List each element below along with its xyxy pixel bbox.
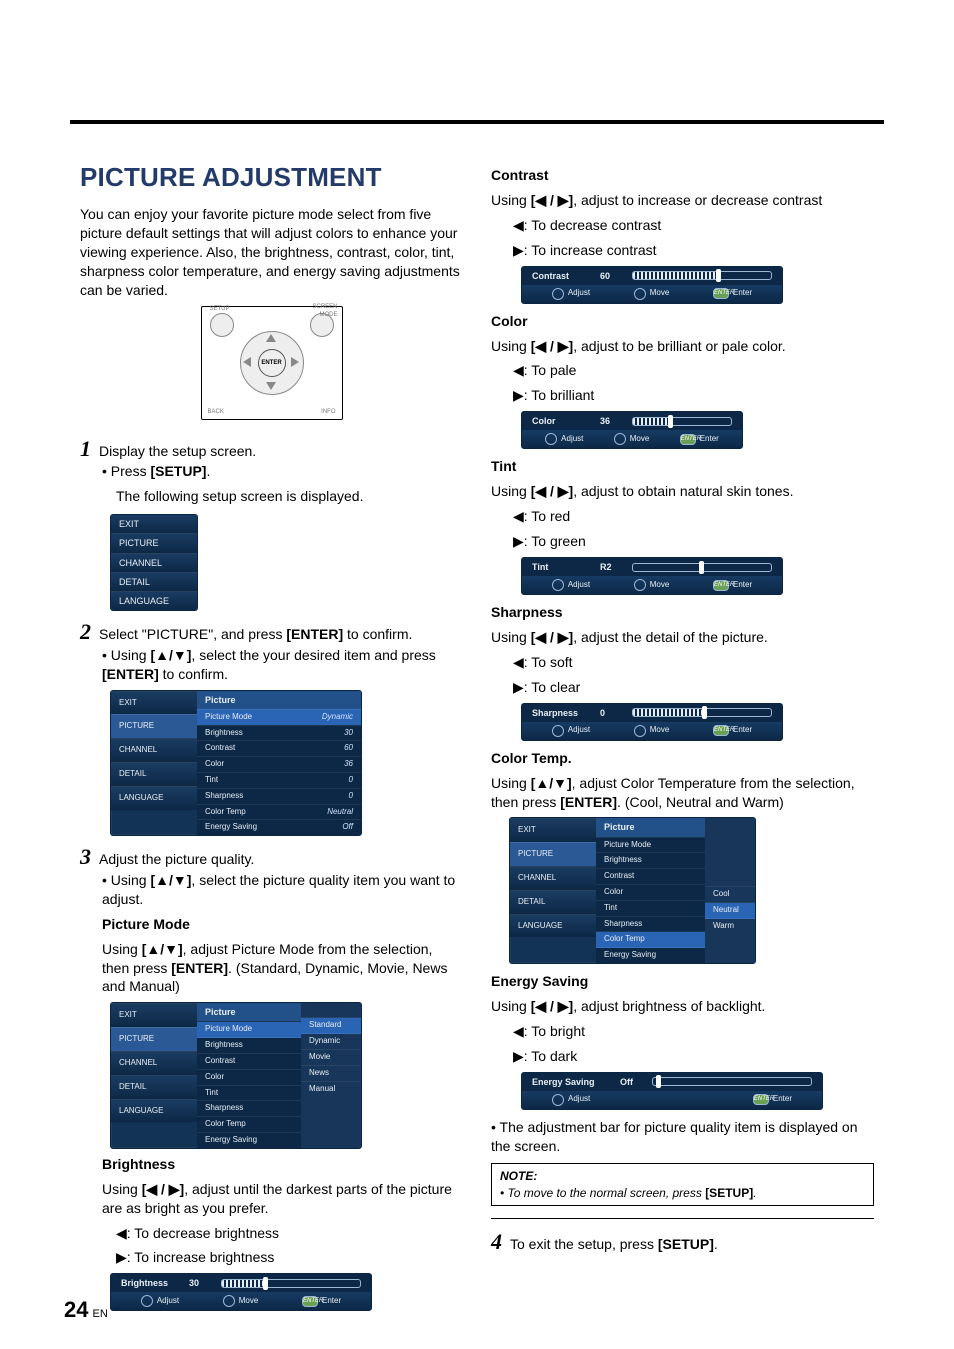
step-3-number: 3 xyxy=(80,846,91,868)
remote-illustration: SETUP SCREEN MODE ENTER BACK INFO xyxy=(201,306,343,420)
step-2: 2 Select "PICTURE", and press [ENTER] to… xyxy=(80,621,463,644)
brightness-inc: ▶: To increase brightness xyxy=(116,1248,463,1267)
tint-text: Using [◀ / ▶], adjust to obtain natural … xyxy=(491,482,874,501)
remote-enter-button: ENTER xyxy=(258,349,286,377)
step-4-text: To exit the setup, press [SETUP]. xyxy=(510,1235,718,1254)
osd-picture-table: EXIT PICTURE CHANNEL DETAIL LANGUAGE Pic… xyxy=(110,690,362,837)
remote-right-icon xyxy=(291,357,299,367)
adjust-icon xyxy=(552,1094,564,1106)
brightness-dec: ◀: To decrease brightness xyxy=(116,1224,463,1243)
page-title: PICTURE ADJUSTMENT xyxy=(80,160,463,195)
contrast-text: Using [◀ / ▶], adjust to increase or dec… xyxy=(491,191,874,210)
energy-text: Using [◀ / ▶], adjust brightness of back… xyxy=(491,997,874,1016)
contrast-heading: Contrast xyxy=(491,166,874,185)
note-box: NOTE: • To move to the normal screen, pr… xyxy=(491,1163,874,1205)
move-icon xyxy=(634,288,646,300)
remote-setup-label: SETUP xyxy=(210,305,230,313)
enter-icon: ENTER xyxy=(680,434,696,445)
contrast-dec: ◀: To decrease contrast xyxy=(513,216,874,235)
tint-green: ▶: To green xyxy=(513,532,874,551)
adjust-icon xyxy=(552,288,564,300)
osd-brightness-bar: Brightness 30 Adjust Move ENTEREnter xyxy=(110,1273,372,1311)
step-3-bullet: • Using [▲/▼], select the picture qualit… xyxy=(102,871,463,909)
menu-channel: CHANNEL xyxy=(111,553,197,572)
osd-sharpness-bar: Sharpness0 Adjust Move ENTEREnter xyxy=(521,703,783,741)
left-column: PICTURE ADJUSTMENT You can enjoy your fa… xyxy=(80,160,463,1319)
step-2-bullet: • Using [▲/▼], select the your desired i… xyxy=(102,646,463,684)
move-icon xyxy=(634,579,646,591)
adjust-icon xyxy=(545,433,557,445)
color-heading: Color xyxy=(491,312,874,331)
remote-back-label: BACK xyxy=(208,408,224,416)
osd-colortemp-table: EXIT PICTURE CHANNEL DETAIL LANGUAGE Pic… xyxy=(509,817,756,964)
note-body: • To move to the normal screen, press [S… xyxy=(500,1185,865,1201)
remote-screen-label: SCREEN MODE xyxy=(308,303,338,319)
step-2-number: 2 xyxy=(80,621,91,643)
osd-energy-bar: Energy SavingOff Adjust ENTEREnter xyxy=(521,1072,823,1110)
picture-mode-heading: Picture Mode xyxy=(102,915,463,934)
energy-heading: Energy Saving xyxy=(491,972,874,991)
enter-icon: ENTER xyxy=(713,725,729,736)
adjust-icon xyxy=(552,725,564,737)
menu-detail: DETAIL xyxy=(111,572,197,591)
step-3-text: Adjust the picture quality. xyxy=(99,850,254,869)
energy-dark: ▶: To dark xyxy=(513,1047,874,1066)
step-1-bullet-1: • Press [SETUP]. xyxy=(102,462,463,481)
move-icon xyxy=(614,433,626,445)
move-icon xyxy=(223,1295,235,1307)
sharpness-text: Using [◀ / ▶], adjust the detail of the … xyxy=(491,628,874,647)
enter-icon: ENTER xyxy=(302,1296,318,1307)
sharpness-clear: ▶: To clear xyxy=(513,678,874,697)
step-1-bullet-2: The following setup screen is displayed. xyxy=(116,487,463,506)
brightness-text: Using [◀ / ▶], adjust until the darkest … xyxy=(102,1180,463,1218)
remote-left-icon xyxy=(243,357,251,367)
energy-note: • The adjustment bar for picture quality… xyxy=(491,1118,874,1156)
enter-icon: ENTER xyxy=(713,580,729,591)
page-number: 24EN xyxy=(64,1295,108,1325)
step-1-text: Display the setup screen. xyxy=(99,442,256,461)
sharpness-heading: Sharpness xyxy=(491,603,874,622)
brightness-heading: Brightness xyxy=(102,1155,463,1174)
move-icon xyxy=(634,725,646,737)
menu-picture: PICTURE xyxy=(111,533,197,552)
header-rule xyxy=(70,120,884,124)
picture-settings-grid: Picture ModeDynamic Brightness30 Contras… xyxy=(197,709,361,835)
section-divider xyxy=(491,1218,874,1219)
tint-red: ◀: To red xyxy=(513,507,874,526)
step-4-number: 4 xyxy=(491,1231,502,1253)
note-heading: NOTE: xyxy=(500,1168,865,1184)
remote-setup-button xyxy=(210,313,234,337)
adjust-icon xyxy=(141,1295,153,1307)
tint-heading: Tint xyxy=(491,457,874,476)
osd-setup-menu: EXIT PICTURE CHANNEL DETAIL LANGUAGE xyxy=(110,514,198,611)
remote-down-icon xyxy=(266,382,276,390)
sharpness-soft: ◀: To soft xyxy=(513,653,874,672)
osd-color-bar: Color36 Adjust Move ENTEREnter xyxy=(521,411,743,449)
remote-info-label: INFO xyxy=(321,408,335,416)
osd-picture-mode-table: EXIT PICTURE CHANNEL DETAIL LANGUAGE Pic… xyxy=(110,1002,362,1149)
enter-icon: ENTER xyxy=(713,288,729,299)
adjust-icon xyxy=(552,579,564,591)
colortemp-heading: Color Temp. xyxy=(491,749,874,768)
step-1: 1 Display the setup screen. xyxy=(80,438,463,461)
energy-bright: ◀: To bright xyxy=(513,1022,874,1041)
step-4: 4 To exit the setup, press [SETUP]. xyxy=(491,1231,874,1254)
color-text: Using [◀ / ▶], adjust to be brilliant or… xyxy=(491,337,874,356)
remote-up-icon xyxy=(266,334,276,342)
picture-mode-text: Using [▲/▼], adjust Picture Mode from th… xyxy=(102,940,463,997)
colortemp-text: Using [▲/▼], adjust Color Temperature fr… xyxy=(491,774,874,812)
menu-exit: EXIT xyxy=(111,515,197,533)
right-column: Contrast Using [◀ / ▶], adjust to increa… xyxy=(491,160,874,1319)
color-pale: ◀: To pale xyxy=(513,361,874,380)
menu-language: LANGUAGE xyxy=(111,591,197,610)
contrast-inc: ▶: To increase contrast xyxy=(513,241,874,260)
color-brilliant: ▶: To brilliant xyxy=(513,386,874,405)
intro-text: You can enjoy your favorite picture mode… xyxy=(80,205,463,299)
step-2-text: Select "PICTURE", and press [ENTER] to c… xyxy=(99,625,412,644)
osd-tint-bar: TintR2 Adjust Move ENTEREnter xyxy=(521,557,783,595)
step-3: 3 Adjust the picture quality. xyxy=(80,846,463,869)
step-1-number: 1 xyxy=(80,438,91,460)
osd-contrast-bar: Contrast60 Adjust Move ENTEREnter xyxy=(521,266,783,304)
enter-icon: ENTER xyxy=(753,1094,769,1105)
